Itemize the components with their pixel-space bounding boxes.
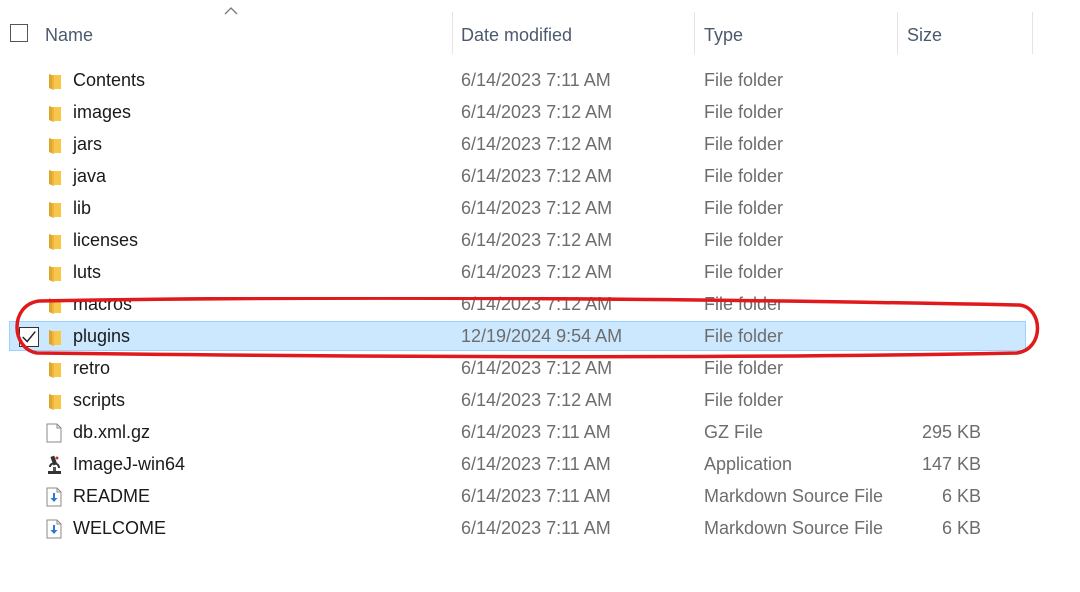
file-date-modified: 6/14/2023 7:12 AM — [461, 390, 613, 410]
file-name[interactable]: plugins — [73, 325, 130, 347]
microscope-app-icon — [45, 455, 63, 475]
file-name[interactable]: licenses — [73, 229, 138, 251]
column-header-date-modified[interactable]: Date modified — [461, 24, 572, 46]
file-date-modified: 6/14/2023 7:11 AM — [461, 518, 611, 538]
file-row[interactable]: retro 6/14/2023 7:12 AM File folder — [0, 352, 1040, 384]
file-date-modified: 6/14/2023 7:12 AM — [461, 102, 613, 122]
file-row[interactable]: WELCOME 6/14/2023 7:11 AM Markdown Source … — [0, 512, 1040, 544]
file-icon — [45, 423, 63, 443]
file-row[interactable]: licenses 6/14/2023 7:12 AM File folder — [0, 224, 1040, 256]
file-date-modified: 6/14/2023 7:12 AM — [461, 230, 613, 250]
folder-icon — [45, 327, 63, 347]
file-type: File folder — [704, 262, 784, 282]
file-row[interactable]: README 6/14/2023 7:11 AM Markdown Source F… — [0, 480, 1040, 512]
file-date-modified: 6/14/2023 7:12 AM — [461, 358, 613, 378]
file-type: File folder — [704, 166, 784, 186]
file-date-modified: 12/19/2024 9:54 AM — [461, 326, 623, 346]
file-row[interactable]: luts 6/14/2023 7:12 AM File folder — [0, 256, 1040, 288]
file-row[interactable]: images 6/14/2023 7:12 AM File folder — [0, 96, 1040, 128]
folder-icon — [45, 103, 63, 123]
column-divider[interactable] — [897, 12, 898, 54]
file-type: File folder — [704, 198, 784, 218]
file-name[interactable]: Contents — [73, 69, 145, 91]
column-divider[interactable] — [1032, 12, 1033, 54]
folder-icon — [45, 199, 63, 219]
file-type: Application — [704, 454, 793, 474]
sort-ascending-icon[interactable] — [224, 6, 238, 16]
file-row[interactable]: macros 6/14/2023 7:12 AM File folder — [0, 288, 1040, 320]
column-header-size[interactable]: Size — [907, 24, 942, 46]
file-type: File folder — [704, 358, 784, 378]
file-row[interactable]: lib 6/14/2023 7:12 AM File folder — [0, 192, 1040, 224]
file-type: File folder — [704, 70, 784, 90]
file-name[interactable]: luts — [73, 261, 101, 283]
file-name[interactable]: ImageJ-win64 — [73, 453, 185, 475]
file-date-modified: 6/14/2023 7:12 AM — [461, 134, 613, 154]
file-type: GZ File — [704, 422, 764, 442]
file-row[interactable]: db.xml.gz 6/14/2023 7:11 AM GZ File 295 KB — [0, 416, 1040, 448]
folder-icon — [45, 295, 63, 315]
file-type: File folder — [704, 390, 784, 410]
column-header-name[interactable]: Name — [45, 24, 93, 46]
file-size: 147 KB — [921, 454, 981, 474]
file-type: Markdown Source File — [704, 486, 884, 506]
file-type: File folder — [704, 294, 784, 314]
column-header-bar: Name Date modified Type Size — [0, 0, 1080, 64]
folder-icon — [45, 71, 63, 91]
file-type: File folder — [704, 102, 784, 122]
file-row[interactable]: plugins 12/19/2024 9:54 AM File folder — [0, 320, 1040, 352]
file-date-modified: 6/14/2023 7:11 AM — [461, 454, 611, 474]
file-date-modified: 6/14/2023 7:12 AM — [461, 166, 613, 186]
folder-icon — [45, 391, 63, 411]
file-date-modified: 6/14/2023 7:11 AM — [461, 486, 611, 506]
column-header-type[interactable]: Type — [704, 24, 743, 46]
file-type: File folder — [704, 326, 784, 346]
file-name[interactable]: scripts — [73, 389, 125, 411]
column-divider[interactable] — [452, 12, 453, 54]
folder-icon — [45, 231, 63, 251]
folder-icon — [45, 167, 63, 187]
file-name[interactable]: retro — [73, 357, 110, 379]
file-date-modified: 6/14/2023 7:11 AM — [461, 422, 611, 442]
file-name[interactable]: db.xml.gz — [73, 421, 150, 443]
markdown-file-icon — [45, 487, 63, 507]
folder-icon — [45, 263, 63, 283]
file-name[interactable]: macros — [73, 293, 132, 315]
file-size: 6 KB — [941, 486, 981, 506]
file-name[interactable]: jars — [73, 133, 102, 155]
file-date-modified: 6/14/2023 7:11 AM — [461, 70, 611, 90]
file-row[interactable]: java 6/14/2023 7:12 AM File folder — [0, 160, 1040, 192]
file-row[interactable]: Contents 6/14/2023 7:11 AM File folder — [0, 64, 1040, 96]
file-row[interactable]: jars 6/14/2023 7:12 AM File folder — [0, 128, 1040, 160]
folder-icon — [45, 359, 63, 379]
file-name[interactable]: README — [73, 485, 150, 507]
file-type: Markdown Source File — [704, 518, 884, 538]
file-name[interactable]: WELCOME — [73, 517, 166, 539]
markdown-file-icon — [45, 519, 63, 539]
column-divider[interactable] — [694, 12, 695, 54]
file-date-modified: 6/14/2023 7:12 AM — [461, 262, 613, 282]
file-size: 6 KB — [941, 518, 981, 538]
folder-icon — [45, 135, 63, 155]
select-all-checkbox[interactable] — [10, 24, 28, 42]
file-date-modified: 6/14/2023 7:12 AM — [461, 198, 613, 218]
file-size: 295 KB — [921, 422, 981, 442]
file-name[interactable]: java — [73, 165, 106, 187]
file-row[interactable]: ImageJ-win64 6/14/2023 7:11 AM Application… — [0, 448, 1040, 480]
file-row[interactable]: scripts 6/14/2023 7:12 AM File folder — [0, 384, 1040, 416]
row-checkbox[interactable] — [19, 327, 39, 347]
file-date-modified: 6/14/2023 7:12 AM — [461, 294, 613, 314]
file-name[interactable]: lib — [73, 197, 91, 219]
file-type: File folder — [704, 134, 784, 154]
file-type: File folder — [704, 230, 784, 250]
file-name[interactable]: images — [73, 101, 131, 123]
